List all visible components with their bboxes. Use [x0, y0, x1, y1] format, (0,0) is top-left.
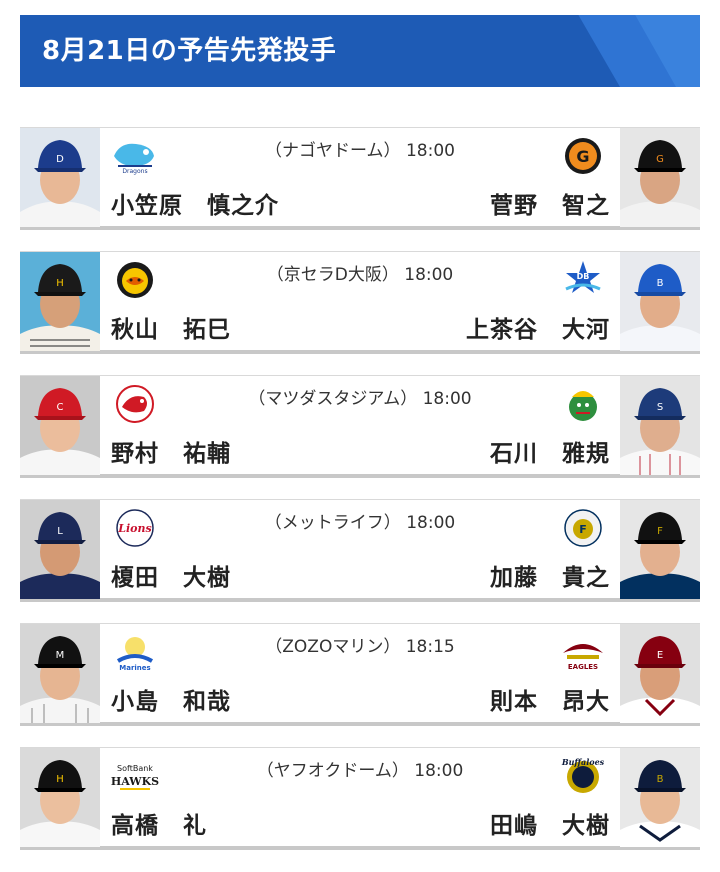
away-pitcher-name[interactable]: 石川 雅規 — [490, 434, 610, 468]
svg-text:Lions: Lions — [117, 522, 151, 535]
game-card-metlife[interactable]: L Lions （メットライフ） 18:00 F 榎田 大樹 加藤 貴之 F — [20, 499, 700, 602]
home-pitcher-name[interactable]: 小島 和哉 — [111, 682, 231, 716]
page-header: 8月21日の予告先発投手 — [20, 15, 700, 87]
game-card-zozo[interactable]: M Marines （ZOZOマリン） 18:15 EAGLES 小島 和哉 則… — [20, 623, 700, 726]
svg-text:H: H — [56, 278, 64, 289]
svg-text:H: H — [56, 774, 64, 785]
pitcher-photo-home: D — [20, 128, 100, 227]
pitcher-photo-away: E — [620, 624, 700, 723]
baystars-logo-icon: DB — [558, 259, 608, 301]
pitcher-photo-away: B — [620, 252, 700, 351]
svg-text:Dragons: Dragons — [122, 168, 147, 175]
venue-time: （ナゴヤドーム） 18:00 — [265, 141, 455, 161]
game-card-yafuoku[interactable]: H SoftBank HAWKS （ヤフオクドーム） 18:00 Buffalo… — [20, 747, 700, 850]
pitcher-photo-home: H — [20, 252, 100, 351]
svg-text:DB: DB — [577, 272, 590, 281]
home-pitcher-name[interactable]: 榎田 大樹 — [111, 558, 231, 592]
svg-text:SoftBank: SoftBank — [117, 764, 153, 773]
svg-text:E: E — [657, 650, 663, 661]
svg-text:M: M — [56, 650, 65, 661]
away-pitcher-name[interactable]: 上茶谷 大河 — [466, 310, 610, 344]
home-pitcher-name[interactable]: 小笠原 慎之介 — [111, 186, 279, 220]
svg-text:Marines: Marines — [119, 664, 150, 672]
buffaloes-logo-icon: Buffaloes — [558, 755, 608, 797]
svg-text:EAGLES: EAGLES — [568, 663, 598, 671]
venue-time: （ZOZOマリン） 18:15 — [265, 637, 455, 657]
svg-text:B: B — [657, 278, 664, 289]
venue-time: （京セラD大阪） 18:00 — [266, 265, 454, 285]
eagles-logo-icon: EAGLES — [558, 631, 608, 673]
away-pitcher-name[interactable]: 則本 昂大 — [490, 682, 610, 716]
svg-text:C: C — [57, 402, 64, 413]
svg-text:B: B — [657, 774, 664, 785]
pitcher-photo-away: F — [620, 500, 700, 599]
pitcher-photo-home: C — [20, 376, 100, 475]
svg-text:D: D — [56, 154, 64, 165]
pitcher-photo-away: G — [620, 128, 700, 227]
giants-logo-icon: G — [558, 135, 608, 177]
svg-text:F: F — [657, 526, 663, 537]
pitcher-photo-away: S — [620, 376, 700, 475]
swallows-logo-icon — [558, 383, 608, 425]
svg-text:Buffaloes: Buffaloes — [561, 757, 605, 767]
page-title: 8月21日の予告先発投手 — [42, 36, 337, 66]
fighters-logo-icon: F — [558, 507, 608, 549]
game-card-mazda[interactable]: C （マツダスタジアム） 18:00 野村 祐輔 石川 雅規 S — [20, 375, 700, 478]
svg-text:F: F — [579, 523, 587, 536]
svg-text:G: G — [656, 154, 664, 165]
pitcher-photo-away: B — [620, 748, 700, 847]
home-pitcher-name[interactable]: 高橋 礼 — [111, 806, 207, 840]
away-pitcher-name[interactable]: 菅野 智之 — [490, 186, 610, 220]
away-pitcher-name[interactable]: 田嶋 大樹 — [490, 806, 610, 840]
pitcher-photo-home: L — [20, 500, 100, 599]
pitcher-photo-home: M — [20, 624, 100, 723]
away-pitcher-name[interactable]: 加藤 貴之 — [490, 558, 610, 592]
game-card-kyocera[interactable]: H （京セラD大阪） 18:00 DB 秋山 拓巳 上茶谷 大河 B — [20, 251, 700, 354]
game-card-nagoya[interactable]: D Dragons （ナゴヤドーム） 18:00 G 小笠原 慎之介 菅野 智之… — [20, 127, 700, 230]
venue-time: （ヤフオクドーム） 18:00 — [256, 761, 464, 781]
home-pitcher-name[interactable]: 秋山 拓巳 — [111, 310, 231, 344]
venue-time: （マツダスタジアム） 18:00 — [248, 389, 472, 409]
venue-time: （メットライフ） 18:00 — [264, 513, 456, 533]
svg-text:L: L — [57, 526, 63, 537]
home-pitcher-name[interactable]: 野村 祐輔 — [111, 434, 231, 468]
svg-text:G: G — [576, 147, 589, 166]
pitcher-photo-home: H — [20, 748, 100, 847]
svg-text:S: S — [657, 402, 663, 413]
